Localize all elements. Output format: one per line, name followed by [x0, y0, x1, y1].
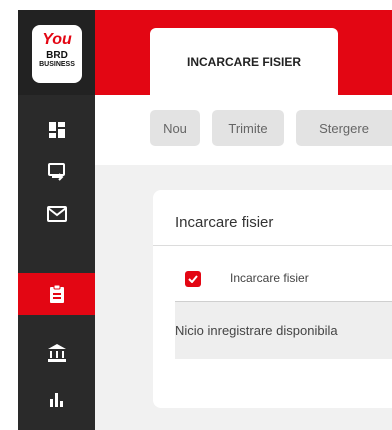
sidebar-item-bank[interactable] — [18, 332, 95, 374]
new-button[interactable]: Nou — [150, 110, 200, 146]
top-bar: INCARCARE FISIER — [95, 10, 392, 95]
app-frame: You BRD BUSINESS INCARCARE FISIER Nou Tr… — [18, 10, 392, 430]
action-toolbar: Nou Trimite Stergere — [95, 95, 392, 165]
transfer-icon — [47, 163, 65, 181]
sidebar-item-reports[interactable] — [18, 378, 95, 420]
sidebar-item-file-upload[interactable] — [18, 273, 95, 315]
tab-file-upload[interactable]: INCARCARE FISIER — [150, 28, 338, 95]
checkmark-icon — [188, 275, 198, 283]
clipboard-icon — [49, 284, 64, 303]
card-divider — [153, 245, 392, 246]
select-all-checkbox[interactable] — [185, 271, 201, 287]
card-title: Incarcare fisier — [175, 214, 274, 231]
brd-logo[interactable]: You BRD BUSINESS — [32, 25, 82, 83]
logo-brd-text: BRD — [46, 50, 68, 61]
sidebar-item-transfers[interactable] — [18, 151, 95, 193]
logo-you-text: You — [42, 31, 72, 48]
sidebar: You BRD BUSINESS — [18, 10, 95, 430]
sidebar-item-dashboard[interactable] — [18, 109, 95, 151]
logo-area: You BRD BUSINESS — [18, 10, 95, 95]
delete-button[interactable]: Stergere — [296, 110, 392, 146]
empty-message: Nicio inregistrare disponibila — [175, 323, 338, 338]
sidebar-item-messages[interactable] — [18, 193, 95, 235]
column-header-file-upload[interactable]: Incarcare fisier — [230, 271, 309, 285]
logo-business-text: BUSINESS — [39, 61, 75, 68]
bank-icon — [47, 344, 66, 362]
upload-card: Incarcare fisier Incarcare fisier Nicio … — [153, 190, 392, 408]
empty-table-row: Nicio inregistrare disponibila — [175, 302, 392, 359]
mail-icon — [46, 206, 67, 222]
dashboard-icon — [48, 122, 65, 138]
send-button[interactable]: Trimite — [212, 110, 284, 146]
bar-chart-icon — [49, 393, 63, 407]
